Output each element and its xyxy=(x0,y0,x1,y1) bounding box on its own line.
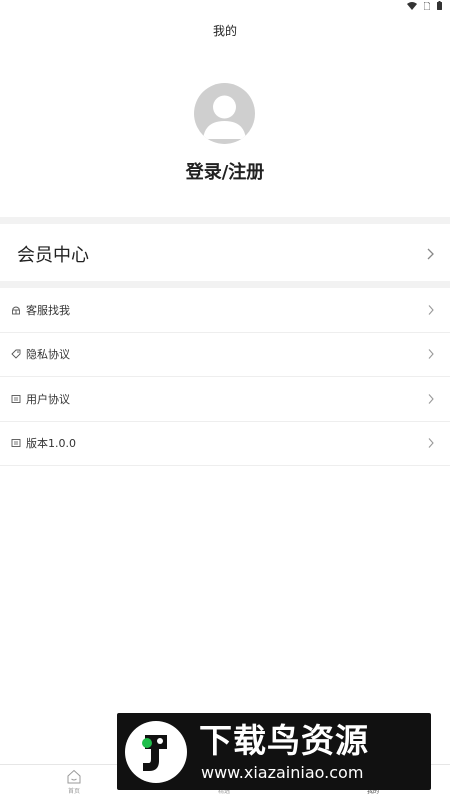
member-center-label: 会员中心 xyxy=(17,245,89,266)
wifi-icon xyxy=(407,1,417,10)
document-icon xyxy=(11,394,21,403)
nav-label: 首页 xyxy=(67,788,80,795)
page-title: 我的 xyxy=(212,24,237,38)
status-icons xyxy=(407,1,442,10)
menu-item-label: 用户协议 xyxy=(26,392,70,406)
settings-menu-list: 客服找我 隐私协议 用户协议 版本1.0.0 xyxy=(0,288,450,466)
section-divider xyxy=(0,281,450,288)
avatar[interactable] xyxy=(194,83,255,144)
status-bar xyxy=(0,0,450,14)
user-avatar-icon xyxy=(203,95,246,139)
battery-icon xyxy=(437,1,442,10)
document-icon xyxy=(11,439,21,448)
chevron-right-icon xyxy=(428,349,434,360)
chevron-right-icon xyxy=(427,248,434,260)
section-divider xyxy=(0,217,450,224)
menu-item-privacy-policy[interactable]: 隐私协议 xyxy=(0,333,450,377)
member-center-row[interactable]: 会员中心 xyxy=(0,230,450,278)
watermark-title: 下载鸟资源 xyxy=(199,721,369,760)
chevron-right-icon xyxy=(428,438,434,449)
menu-item-user-agreement[interactable]: 用户协议 xyxy=(0,377,450,422)
no-sim-icon xyxy=(424,1,430,10)
home-icon xyxy=(67,769,81,784)
chevron-right-icon xyxy=(428,393,434,404)
nav-item-home[interactable]: 首页 xyxy=(44,769,104,795)
watermark-banner: 下载鸟资源 www.xiazainiao.com xyxy=(117,713,431,790)
watermark-url: www.xiazainiao.com xyxy=(201,763,364,782)
menu-item-label: 隐私协议 xyxy=(26,348,70,362)
tag-icon xyxy=(11,349,21,359)
chevron-right-icon xyxy=(428,304,434,315)
menu-item-version[interactable]: 版本1.0.0 xyxy=(0,422,450,466)
customer-service-icon xyxy=(12,306,20,315)
menu-item-customer-service[interactable]: 客服找我 xyxy=(0,288,450,333)
login-register-link[interactable]: 登录/注册 xyxy=(0,158,450,184)
menu-item-label: 版本1.0.0 xyxy=(26,437,76,451)
bird-logo-icon xyxy=(125,721,187,783)
menu-item-label: 客服找我 xyxy=(26,303,70,317)
